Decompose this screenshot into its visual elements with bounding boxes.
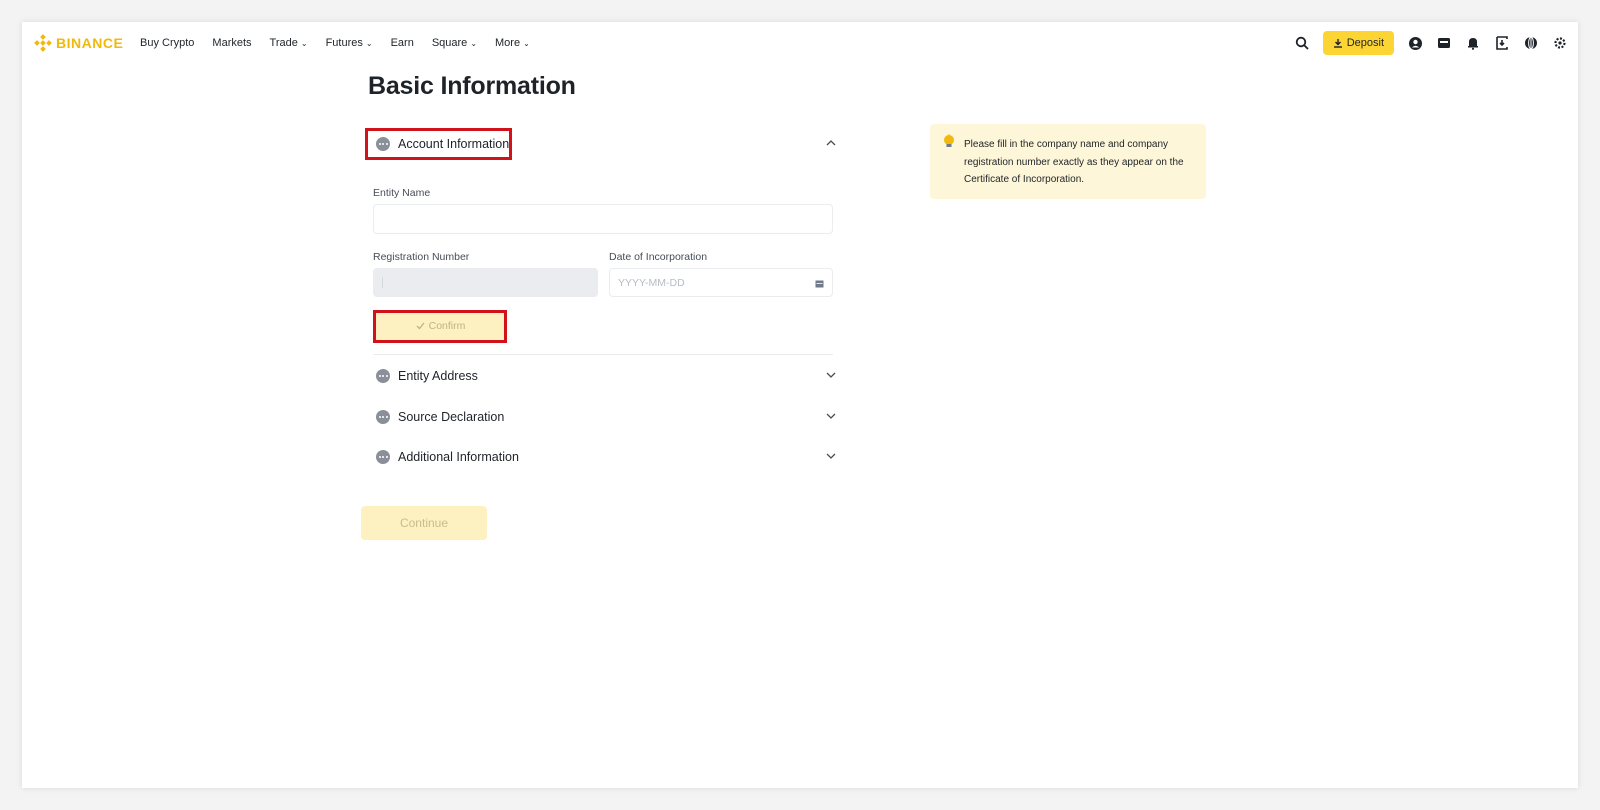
- nav-item-futures[interactable]: Futures ⌄: [326, 37, 373, 49]
- entity-name-input[interactable]: [373, 204, 833, 234]
- nav-item-markets[interactable]: Markets: [212, 37, 251, 49]
- calendar-icon[interactable]: [815, 279, 824, 291]
- download-icon[interactable]: [1494, 35, 1510, 51]
- lightbulb-icon: [942, 134, 956, 155]
- page-title: Basic Information: [368, 72, 576, 100]
- section-additional-information[interactable]: Additional Information: [370, 443, 840, 471]
- profile-icon[interactable]: [1407, 35, 1423, 51]
- nav-label: Buy Crypto: [140, 37, 195, 49]
- date-of-incorporation-label: Date of Incorporation: [609, 251, 708, 263]
- header-tools: Deposit: [1294, 22, 1568, 64]
- nav-label: Trade: [269, 37, 298, 49]
- top-header: BINANCE Buy Crypto Markets Trade ⌄ Future…: [22, 22, 1578, 64]
- nav-item-more[interactable]: More ⌄: [495, 37, 530, 49]
- chevron-down-icon: ⌄: [365, 38, 373, 48]
- nav-item-square[interactable]: Square ⌄: [432, 37, 477, 49]
- check-icon: [416, 322, 425, 330]
- pending-dots-icon: [376, 137, 390, 151]
- binance-logo[interactable]: BINANCE: [34, 32, 123, 54]
- tip-box: Please fill in the company name and comp…: [930, 124, 1206, 199]
- pending-dots-icon: [376, 369, 390, 383]
- deposit-label: Deposit: [1346, 37, 1384, 49]
- nav-item-trade[interactable]: Trade ⌄: [270, 37, 308, 49]
- deposit-button[interactable]: Deposit: [1322, 31, 1394, 55]
- bell-icon[interactable]: [1465, 35, 1481, 51]
- tip-text: Please fill in the company name and comp…: [964, 139, 1184, 185]
- chevron-down-icon: [826, 369, 836, 381]
- chevron-down-icon: [826, 410, 836, 422]
- binance-logo-icon: [34, 34, 52, 52]
- chevron-down-icon: ⌄: [523, 38, 530, 48]
- wallet-icon[interactable]: [1436, 35, 1452, 51]
- main-nav: Buy Crypto Markets Trade ⌄ Futures ⌄ Earn …: [140, 22, 530, 64]
- globe-icon[interactable]: [1523, 35, 1539, 51]
- chevron-up-icon: [826, 137, 836, 149]
- settings-icon[interactable]: [1552, 35, 1568, 51]
- nav-label: Earn: [390, 37, 414, 49]
- section-divider: [373, 354, 833, 355]
- chevron-down-icon: [826, 450, 836, 462]
- registration-number-input[interactable]: [373, 268, 598, 297]
- date-placeholder: YYYY-MM-DD: [618, 276, 685, 289]
- deposit-icon: [1333, 39, 1342, 48]
- section-entity-address[interactable]: Entity Address: [370, 362, 840, 390]
- section-label: Entity Address: [398, 369, 478, 383]
- brand-name: BINANCE: [56, 35, 124, 51]
- section-label: Account Information: [398, 137, 510, 151]
- search-icon[interactable]: [1294, 35, 1310, 51]
- section-account-information[interactable]: Account Information: [370, 130, 840, 158]
- section-label: Additional Information: [398, 450, 519, 464]
- section-label: Source Declaration: [398, 410, 505, 424]
- registration-number-label: Registration Number: [373, 251, 470, 263]
- pending-dots-icon: [376, 410, 390, 424]
- chevron-down-icon: ⌄: [470, 38, 478, 48]
- nav-item-earn[interactable]: Earn: [391, 37, 414, 49]
- nav-item-buy-crypto[interactable]: Buy Crypto: [140, 37, 194, 49]
- section-source-declaration[interactable]: Source Declaration: [370, 403, 840, 431]
- nav-label: More: [495, 37, 521, 49]
- confirm-label: Confirm: [428, 320, 466, 332]
- nav-label: Square: [431, 37, 468, 49]
- nav-label: Futures: [325, 37, 363, 49]
- entity-name-label: Entity Name: [373, 187, 431, 199]
- chevron-down-icon: ⌄: [300, 38, 308, 48]
- date-of-incorporation-input[interactable]: YYYY-MM-DD: [609, 268, 833, 297]
- continue-button[interactable]: Continue: [361, 506, 487, 540]
- pending-dots-icon: [376, 450, 390, 464]
- browser-window: BINANCE Buy Crypto Markets Trade ⌄ Future…: [22, 22, 1578, 788]
- nav-label: Markets: [212, 37, 252, 49]
- text-cursor: [382, 277, 383, 288]
- confirm-button[interactable]: Confirm: [375, 311, 506, 341]
